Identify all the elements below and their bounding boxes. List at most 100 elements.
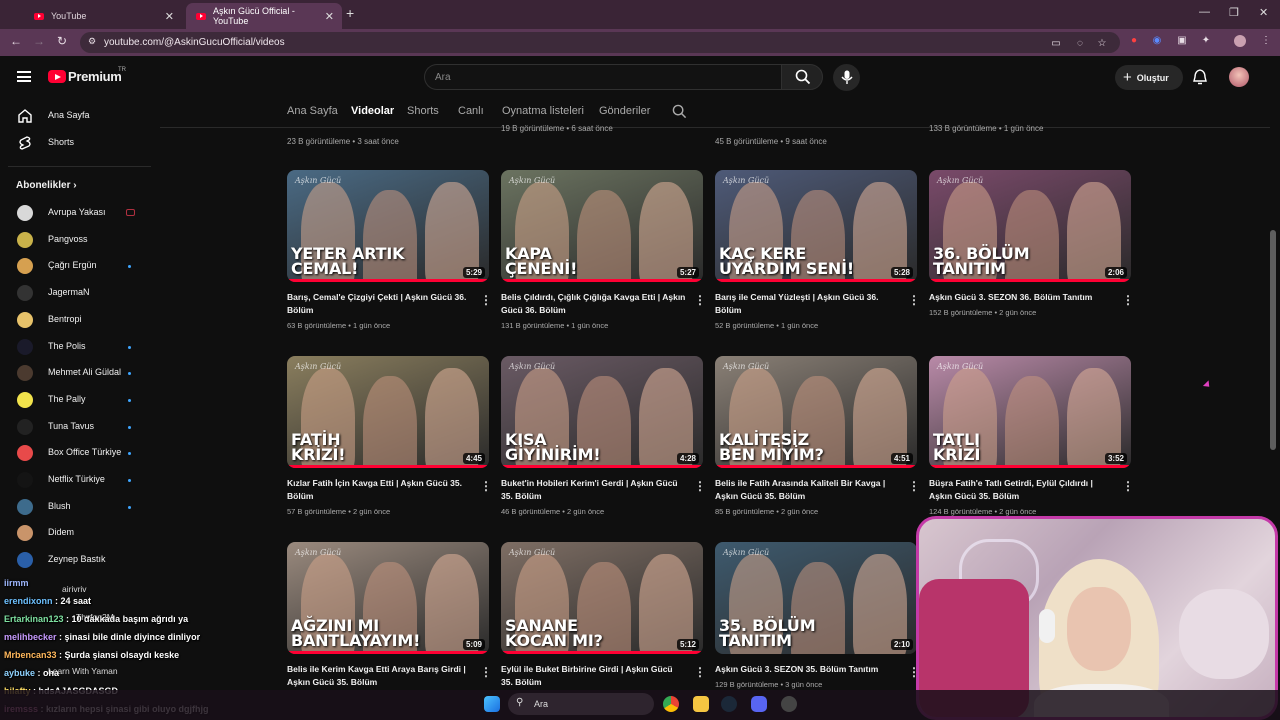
create-button[interactable]: + Oluştur xyxy=(1115,65,1183,90)
video-title[interactable]: Belis Çıldırdı, Çığlık Çığlığa Kavga Ett… xyxy=(501,291,686,317)
browser-menu-icon[interactable]: ⋮ xyxy=(1260,35,1272,47)
close-window-icon[interactable]: ✕ xyxy=(1259,6,1268,19)
video-thumbnail[interactable]: Aşkın Gücü 35. BÖLÜM TANITIM 2:10 xyxy=(715,542,917,654)
more-actions-icon[interactable] xyxy=(908,665,920,679)
channel-name: Pangvoss xyxy=(48,233,88,244)
subscriptions-header[interactable]: Abonelikler › xyxy=(16,180,77,191)
steam-icon[interactable] xyxy=(721,696,737,712)
restore-icon[interactable]: ❐ xyxy=(1229,6,1239,19)
more-actions-icon[interactable] xyxy=(694,293,706,307)
sidebar-item-channel[interactable]: Box Office Türkiye xyxy=(0,440,150,466)
video-thumbnail[interactable]: Aşkın Gücü TATLI KRİZİ 3:52 xyxy=(929,356,1131,468)
video-title[interactable]: Eylül ile Buket Birbirine Girdi | Aşkın … xyxy=(501,663,686,689)
discord-icon[interactable] xyxy=(751,696,767,712)
sidebar-item-channel[interactable]: Tuna Tavus xyxy=(0,414,150,440)
start-windows-icon[interactable] xyxy=(484,696,500,712)
tracking-icon[interactable]: ◌ xyxy=(1074,38,1086,50)
tab-home[interactable]: Ana Sayfa xyxy=(287,105,338,117)
more-actions-icon[interactable] xyxy=(1122,293,1134,307)
close-tab-icon[interactable]: ✕ xyxy=(165,10,174,23)
extension-record-icon[interactable]: ● xyxy=(1128,35,1140,47)
more-actions-icon[interactable] xyxy=(694,665,706,679)
more-actions-icon[interactable] xyxy=(480,665,492,679)
sidebar-item-channel[interactable]: Avrupa Yakası xyxy=(0,200,150,226)
video-title[interactable]: Aşkın Gücü 3. SEZON 36. Bölüm Tanıtım xyxy=(929,291,1114,304)
obs-icon[interactable] xyxy=(781,696,797,712)
sidebar-item-channel[interactable]: Mehmet Ali Güldal xyxy=(0,360,150,386)
youtube-logo-icon[interactable] xyxy=(48,70,66,83)
scrollbar[interactable] xyxy=(1270,230,1276,450)
tab-live[interactable]: Canlı xyxy=(458,105,484,117)
sidebar-item-channel[interactable]: Çağrı Ergün xyxy=(0,253,150,279)
extensions-puzzle-icon[interactable]: ✦ xyxy=(1200,35,1212,47)
cast-icon[interactable]: ▭ xyxy=(1050,38,1062,50)
browser-tab-active[interactable]: Aşkın Gücü Official - YouTube ✕ xyxy=(186,3,342,29)
browser-tab[interactable]: YouTube ✕ xyxy=(24,3,182,29)
more-actions-icon[interactable] xyxy=(908,479,920,493)
sidebar-item-channel[interactable]: Pangvoss xyxy=(0,227,150,253)
video-thumbnail[interactable]: Aşkın Gücü KAPA ÇENENİ! 5:27 xyxy=(501,170,703,282)
video-title[interactable]: Aşkın Gücü 3. SEZON 35. Bölüm Tanıtım xyxy=(715,663,900,676)
video-title[interactable]: Büşra Fatih'e Tatlı Getirdi, Eylül Çıldı… xyxy=(929,477,1114,503)
address-bar[interactable]: ⚙ youtube.com/@AskinGucuOfficial/videos … xyxy=(80,32,1120,53)
video-title[interactable]: Barış, Cemal'e Çizgiyi Çekti | Aşkın Güc… xyxy=(287,291,472,317)
video-thumbnail[interactable]: Aşkın Gücü YETER ARTIK CEMAL! 5:29 xyxy=(287,170,489,282)
video-thumbnail[interactable]: Aşkın Gücü FATİH KRİZİ! 4:45 xyxy=(287,356,489,468)
sidebar-item-channel[interactable]: The Pally xyxy=(0,387,150,413)
reload-icon[interactable]: ↻ xyxy=(57,34,67,48)
video-thumbnail[interactable]: Aşkın Gücü SANANE KOCAN MI? 5:12 xyxy=(501,542,703,654)
menu-icon[interactable] xyxy=(17,71,31,82)
profile-avatar-icon[interactable] xyxy=(1234,35,1246,47)
file-explorer-icon[interactable] xyxy=(693,696,709,712)
site-info-icon[interactable]: ⚙ xyxy=(88,36,96,47)
video-thumbnail[interactable]: Aşkın Gücü KAÇ KERE UYARDIM SENİ! 5:28 xyxy=(715,170,917,282)
tab-shorts[interactable]: Shorts xyxy=(407,105,439,117)
sidebar-item-channel[interactable]: Didem xyxy=(0,520,150,546)
tab-playlists[interactable]: Oynatma listeleri xyxy=(502,105,584,117)
more-actions-icon[interactable] xyxy=(908,293,920,307)
sidebar-item-channel[interactable]: Zeynep Bastık xyxy=(0,547,150,573)
back-icon[interactable]: ← xyxy=(10,34,22,48)
video-thumbnail[interactable]: Aşkın Gücü KISA GİYİNİRİM! 4:28 xyxy=(501,356,703,468)
video-title[interactable]: Belis ile Fatih Arasında Kaliteli Bir Ka… xyxy=(715,477,900,503)
thumbnail-caption: 35. BÖLÜM TANITIM xyxy=(719,616,816,650)
sidebar-item-channel[interactable]: Netflix Türkiye xyxy=(0,467,150,493)
search-button[interactable] xyxy=(781,64,823,90)
thumbnail-caption: FATİH KRİZİ! xyxy=(291,430,346,464)
notifications-bell-icon[interactable] xyxy=(1193,69,1207,85)
more-actions-icon[interactable] xyxy=(694,479,706,493)
voice-search-button[interactable] xyxy=(833,64,860,91)
close-tab-icon[interactable]: ✕ xyxy=(325,10,334,23)
new-tab-icon[interactable]: + xyxy=(346,5,354,21)
more-actions-icon[interactable] xyxy=(480,479,492,493)
forward-icon[interactable]: → xyxy=(33,34,45,48)
sidebar-item-shorts[interactable]: Shorts xyxy=(0,130,150,156)
taskbar-search[interactable]: ⚲ Ara xyxy=(508,693,654,715)
search-input[interactable]: Ara xyxy=(424,64,781,90)
tab-posts[interactable]: Gönderiler xyxy=(599,105,650,117)
extension-audio-icon[interactable]: ◉ xyxy=(1151,35,1163,47)
extension-icon[interactable]: ▣ xyxy=(1176,35,1188,47)
account-avatar[interactable] xyxy=(1229,67,1249,87)
video-thumbnail[interactable]: Aşkın Gücü AĞZINI MI BANTLAYAYIM! 5:09 xyxy=(287,542,489,654)
channel-search-icon[interactable] xyxy=(672,104,687,119)
streamer-face xyxy=(1067,587,1131,671)
tab-videos[interactable]: Videolar xyxy=(351,105,394,117)
chrome-icon[interactable] xyxy=(663,696,679,712)
more-actions-icon[interactable] xyxy=(480,293,492,307)
video-title[interactable]: Belis ile Kerim Kavga Etti Araya Barış G… xyxy=(287,663,472,689)
video-thumbnail[interactable]: Aşkın Gücü KALİTESİZ BEN MİYİM? 4:51 xyxy=(715,356,917,468)
sidebar-item-channel[interactable]: The Polis xyxy=(0,334,150,360)
sidebar-item-channel[interactable]: Blush xyxy=(0,494,150,520)
video-thumbnail[interactable]: Aşkın Gücü 36. BÖLÜM TANITIM 2:06 xyxy=(929,170,1131,282)
more-actions-icon[interactable] xyxy=(1122,479,1134,493)
video-title[interactable]: Barış ile Cemal Yüzleşti | Aşkın Gücü 36… xyxy=(715,291,900,317)
bookmark-star-icon[interactable]: ☆ xyxy=(1096,38,1108,50)
logo-text[interactable]: Premium xyxy=(68,69,122,84)
video-title[interactable]: Kızlar Fatih İçin Kavga Etti | Aşkın Güc… xyxy=(287,477,472,503)
minimize-icon[interactable]: — xyxy=(1199,6,1210,18)
video-title[interactable]: Buket'in Hobileri Kerim'i Gerdi | Aşkın … xyxy=(501,477,686,503)
sidebar-item-channel[interactable]: Bentropi xyxy=(0,307,150,333)
sidebar-item-home[interactable]: Ana Sayfa xyxy=(0,103,150,129)
sidebar-item-channel[interactable]: JagermaN xyxy=(0,280,150,306)
